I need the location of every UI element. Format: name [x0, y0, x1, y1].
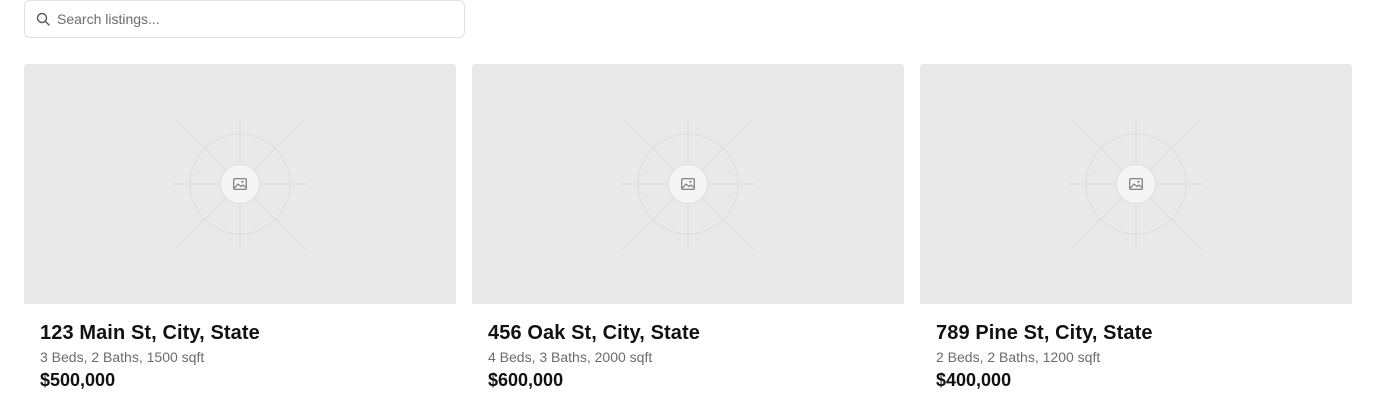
listing-address: 456 Oak St, City, State — [488, 322, 701, 344]
listings-page: 123 Main St, City, State 3 Beds, 2 Baths… — [0, 0, 1376, 412]
listing-price: $400,000 — [936, 370, 1012, 390]
search-box[interactable] — [24, 0, 465, 38]
listing-card[interactable]: 789 Pine St, City, State 2 Beds, 2 Baths… — [920, 64, 1352, 404]
listing-address: 789 Pine St, City, State — [936, 322, 1153, 344]
listing-card[interactable]: 456 Oak St, City, State 4 Beds, 3 Baths,… — [472, 64, 904, 404]
listing-details: 2 Beds, 2 Baths, 1200 sqft — [936, 349, 1101, 365]
listing-image-placeholder — [472, 64, 904, 304]
listing-price: $600,000 — [488, 370, 564, 390]
listing-card[interactable]: 123 Main St, City, State 3 Beds, 2 Baths… — [24, 64, 456, 404]
listing-details: 3 Beds, 2 Baths, 1500 sqft — [40, 349, 205, 365]
listing-image-placeholder — [24, 64, 456, 304]
image-icon — [668, 164, 708, 204]
listing-image-placeholder — [920, 64, 1352, 304]
image-icon — [220, 164, 260, 204]
listing-address: 123 Main St, City, State — [40, 322, 260, 344]
search-icon — [35, 11, 51, 27]
search-input[interactable] — [57, 11, 437, 27]
listing-details: 4 Beds, 3 Baths, 2000 sqft — [488, 349, 653, 365]
image-icon — [1116, 164, 1156, 204]
listing-grid: 123 Main St, City, State 3 Beds, 2 Baths… — [24, 64, 1352, 404]
listing-price: $500,000 — [40, 370, 116, 390]
